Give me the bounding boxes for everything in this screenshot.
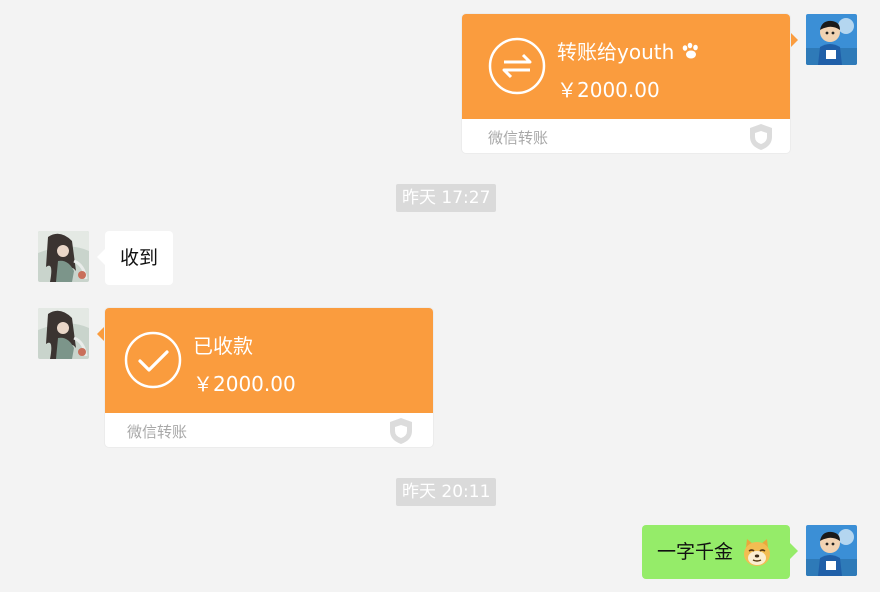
transfer-card-footer: 微信转账 [105, 413, 433, 447]
paw-emoji-icon [682, 42, 698, 59]
message-text: 收到 [120, 247, 159, 269]
sent-message-bubble[interactable]: 一字千金 [642, 525, 790, 579]
checkmark-circle-icon [124, 331, 182, 389]
timestamp: 昨天 20:11 [396, 478, 497, 506]
transfer-title: 已收款 [193, 334, 253, 358]
transfer-amount: ￥2000.00 [557, 78, 660, 102]
bubble-tail [97, 326, 105, 342]
transfer-card-header: 已收款 ￥2000.00 [105, 308, 433, 413]
transfer-card-footer: 微信转账 [462, 119, 790, 153]
transfer-amount: ￥2000.00 [193, 372, 296, 396]
message-text: 一字千金 [657, 541, 734, 563]
transfer-arrows-icon [488, 37, 546, 95]
contact-avatar[interactable] [38, 231, 89, 282]
sent-transfer-card[interactable]: 转账给youth ￥2000.00 微信转账 [462, 14, 790, 153]
bubble-tail [790, 543, 798, 559]
transfer-footer-label: 微信转账 [488, 129, 549, 147]
timestamp: 昨天 17:27 [396, 184, 497, 212]
doge-emoji-icon [744, 539, 770, 566]
shield-icon [390, 418, 412, 444]
my-avatar[interactable] [806, 525, 857, 576]
received-transfer-card[interactable]: 已收款 ￥2000.00 微信转账 [105, 308, 433, 447]
transfer-footer-label: 微信转账 [127, 423, 188, 441]
bubble-tail [97, 249, 105, 265]
contact-avatar[interactable] [38, 308, 89, 359]
transfer-title: 转账给youth [557, 36, 701, 65]
transfer-card-header: 转账给youth ￥2000.00 [462, 14, 790, 119]
bubble-tail [790, 32, 798, 48]
received-message-bubble[interactable]: 收到 [105, 231, 174, 285]
shield-icon [750, 124, 772, 150]
my-avatar[interactable] [806, 14, 857, 65]
